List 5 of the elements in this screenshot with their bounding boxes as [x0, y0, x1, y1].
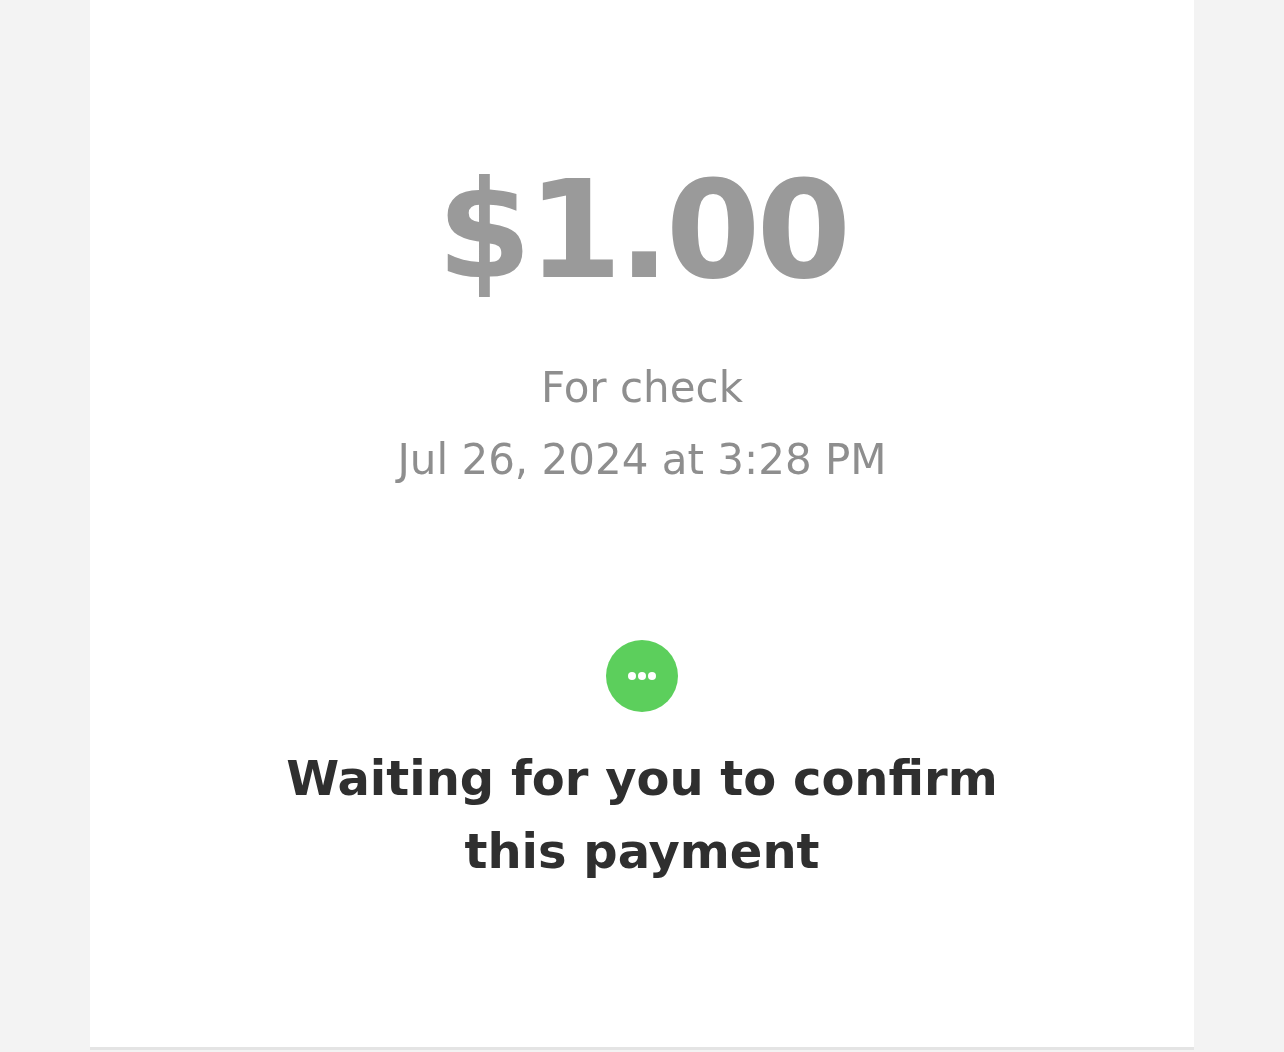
payment-amount: $1.00	[436, 150, 848, 310]
status-message: Waiting for you to confirm this payment	[285, 749, 999, 881]
pending-icon	[606, 640, 678, 712]
payment-note: For check	[541, 362, 743, 414]
payment-date: Jul 26, 2024 at 3:28 PM	[397, 434, 887, 486]
